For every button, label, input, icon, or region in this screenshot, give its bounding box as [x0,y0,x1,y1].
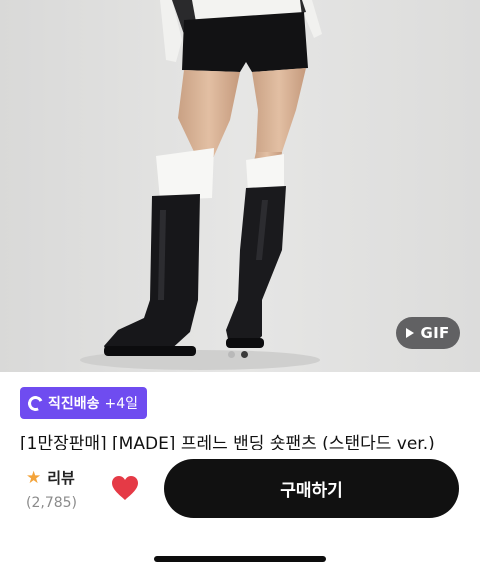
delivery-icon [25,393,46,413]
carousel-dot[interactable] [228,351,235,358]
home-indicator[interactable] [154,556,326,562]
star-icon: ★ [26,467,42,488]
bottom-action-bar: ★ 리뷰 (2,785) 구매하기 [0,450,480,573]
gif-label: GIF [420,324,450,342]
delivery-extra-days: +4일 [104,396,139,412]
gif-badge[interactable]: GIF [396,317,460,349]
carousel-dots [228,351,248,358]
product-photo-illustration [0,0,480,372]
carousel-dot-active[interactable] [241,351,248,358]
review-label: 리뷰 [47,469,75,487]
review-count: (2,785) [26,495,78,511]
product-title: [1만장판매] [MADE] 프레느 밴딩 숏팬츠 (스탠다드 ver.) [20,434,435,450]
direct-delivery-badge: 직진배송 +4일 [20,387,147,419]
play-icon [406,328,415,338]
like-button[interactable] [110,474,140,502]
product-image[interactable]: GIF [0,0,480,372]
buy-button[interactable]: 구매하기 [164,459,459,518]
review-summary[interactable]: ★ 리뷰 (2,785) [26,467,96,512]
delivery-label: 직진배송 [48,396,100,412]
heart-icon [112,476,138,500]
